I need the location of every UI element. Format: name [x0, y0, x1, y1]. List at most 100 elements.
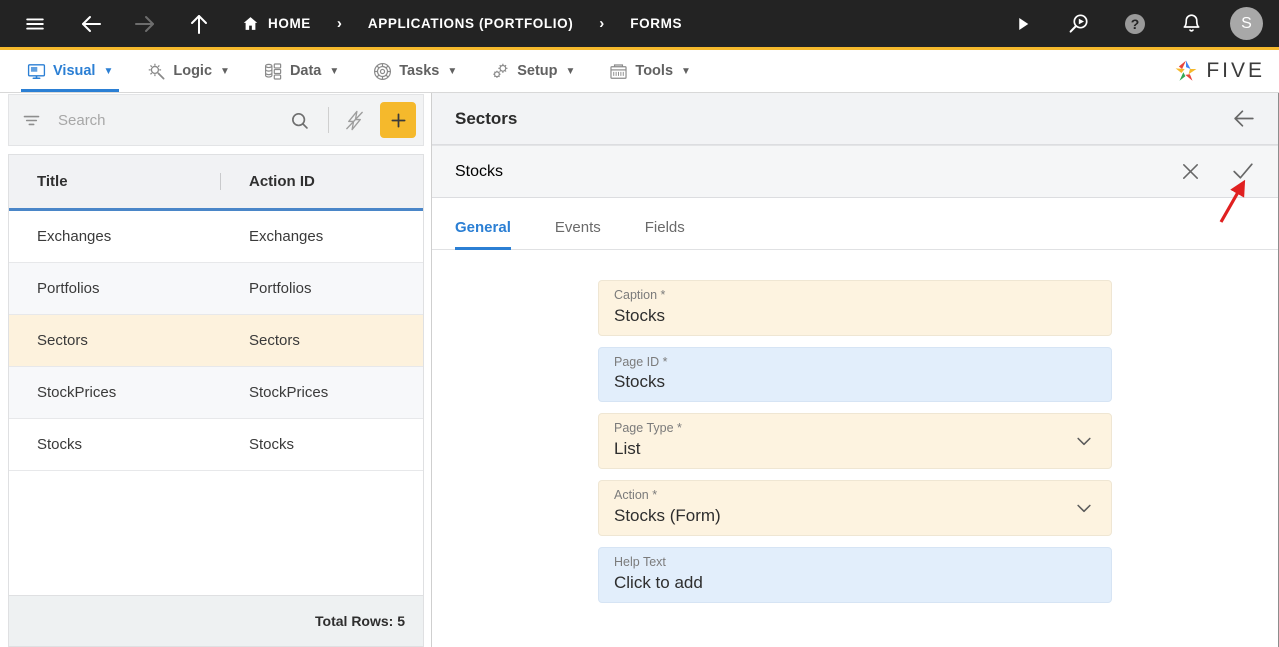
breadcrumb: HOME › APPLICATIONS (PORTFOLIO) › FORMS [242, 15, 682, 32]
menu-label: Tasks [399, 63, 440, 79]
breadcrumb-separator: › [599, 15, 605, 32]
help-icon[interactable]: ? [1118, 7, 1152, 41]
tab-general[interactable]: General [455, 219, 511, 250]
table-row-selected[interactable]: Sectors Sectors [9, 315, 423, 367]
search-play-icon[interactable] [1062, 7, 1096, 41]
play-icon[interactable] [1006, 7, 1040, 41]
five-pinwheel-icon [1175, 60, 1197, 81]
breadcrumb-item-home[interactable]: HOME [242, 15, 311, 32]
tab-label: Fields [644, 219, 685, 236]
cell-title: Sectors [37, 332, 88, 349]
detail-header-actions [1231, 106, 1256, 131]
field-page-id[interactable]: Page ID * Stocks [598, 346, 1112, 403]
field-label: Caption * [614, 288, 666, 302]
field-value: Stocks [614, 372, 666, 392]
menu-label: Visual [53, 63, 96, 79]
breadcrumb-item-applications[interactable]: APPLICATIONS (PORTFOLIO) [368, 16, 573, 31]
chevron-down-icon: ▼ [681, 65, 691, 77]
right-detail-panel: Sectors Stocks General Events Fields Cap… [432, 93, 1279, 647]
add-button[interactable] [380, 102, 416, 138]
notifications-bell-icon[interactable] [1174, 7, 1208, 41]
close-icon[interactable] [1179, 160, 1202, 183]
chevron-down-icon: ▼ [103, 65, 114, 77]
field-label: Page Type * [614, 421, 682, 436]
filter-icon[interactable] [21, 110, 42, 131]
menu-label: Tools [635, 63, 674, 79]
breadcrumb-label: APPLICATIONS (PORTFOLIO) [367, 16, 574, 31]
cell-title: StockPrices [37, 384, 117, 401]
chevron-down-icon: ▼ [329, 65, 340, 77]
menu-item-logic[interactable]: Logic ▼ [130, 50, 247, 92]
table-row[interactable]: Stocks Stocks [9, 419, 423, 471]
field-label: Page ID * [614, 354, 668, 369]
column-header-title[interactable]: Title [9, 155, 221, 208]
back-arrow-icon[interactable] [74, 7, 108, 41]
monitor-icon [27, 62, 46, 81]
user-avatar[interactable]: S [1230, 7, 1263, 40]
column-label: Title [37, 173, 68, 190]
brand-text: FIVE [1206, 59, 1265, 82]
cell-action-id: Sectors [249, 332, 300, 349]
target-icon [373, 62, 392, 81]
menu-label: Setup [517, 63, 558, 79]
up-arrow-icon[interactable] [182, 7, 216, 41]
menu-label: Data [289, 63, 322, 79]
tab-fields[interactable]: Fields [645, 219, 685, 249]
detail-tabs: General Events Fields [432, 198, 1278, 250]
tab-events[interactable]: Events [555, 219, 601, 249]
field-value: List [614, 439, 641, 459]
menu-item-visual[interactable]: Visual ▼ [10, 50, 130, 92]
svg-text:?: ? [1131, 16, 1140, 32]
table-row[interactable]: Portfolios Portfolios [9, 263, 423, 315]
left-list-panel: Title Action ID Exchanges Exchanges Port… [0, 93, 432, 647]
table-row[interactable]: StockPrices StockPrices [9, 367, 423, 419]
breadcrumb-item-forms[interactable]: FORMS [630, 16, 682, 31]
top-navigation-bar: HOME › APPLICATIONS (PORTFOLIO) › FORMS … [0, 0, 1279, 50]
database-icon [264, 62, 283, 81]
five-logo: FIVE [1173, 50, 1279, 92]
hamburger-menu-icon[interactable] [18, 7, 52, 41]
menu-label: Logic [173, 63, 213, 79]
main-body: Title Action ID Exchanges Exchanges Port… [0, 93, 1279, 647]
menu-item-data[interactable]: Data ▼ [247, 50, 356, 92]
cell-action-id: Exchanges [249, 228, 324, 245]
forms-grid: Title Action ID Exchanges Exchanges Port… [8, 154, 424, 595]
cell-title: Portfolios [37, 280, 100, 297]
top-bar-actions: ? S [1006, 7, 1263, 41]
breadcrumb-separator: › [336, 15, 342, 32]
field-action[interactable]: Action * Stocks (Form) [598, 480, 1112, 536]
field-help-text[interactable]: Help Text Click to add [598, 546, 1112, 603]
field-label: Action * [614, 488, 658, 503]
breadcrumb-label: FORMS [630, 16, 683, 31]
toolbox-icon [609, 62, 628, 81]
home-icon [242, 15, 259, 32]
field-caption[interactable]: Caption * Stocks [598, 280, 1112, 336]
avatar-initial: S [1241, 14, 1252, 32]
record-title: Stocks [455, 162, 504, 180]
grid-header-row: Title Action ID [9, 155, 423, 211]
confirm-check-icon[interactable] [1230, 159, 1255, 184]
page-title: Sectors [455, 108, 518, 128]
chevron-down-icon[interactable] [1074, 431, 1094, 451]
column-header-action-id[interactable]: Action ID [221, 155, 423, 208]
search-icon[interactable] [281, 110, 318, 131]
cell-action-id: Portfolios [249, 280, 312, 297]
search-input[interactable] [58, 111, 281, 129]
main-menu-bar: Visual ▼ Logic ▼ Data ▼ Tasks ▼ Setup ▼ … [0, 50, 1279, 93]
gears-icon [491, 62, 510, 81]
field-value: Click to add [614, 572, 703, 592]
record-header: Stocks [432, 145, 1278, 198]
cell-action-id: Stocks [249, 436, 295, 453]
total-rows-label: Total Rows: 5 [315, 613, 405, 629]
menu-item-tasks[interactable]: Tasks ▼ [356, 50, 474, 92]
forward-arrow-icon[interactable] [128, 7, 162, 41]
chevron-down-icon: ▼ [565, 65, 576, 77]
chevron-down-icon[interactable] [1074, 498, 1094, 518]
field-page-type[interactable]: Page Type * List [598, 413, 1112, 470]
grid-footer: Total Rows: 5 [8, 595, 424, 647]
table-row[interactable]: Exchanges Exchanges [9, 211, 423, 263]
lightning-disabled-icon[interactable] [339, 109, 370, 132]
panel-back-icon[interactable] [1231, 106, 1256, 131]
menu-item-tools[interactable]: Tools ▼ [592, 50, 708, 92]
menu-item-setup[interactable]: Setup ▼ [474, 50, 592, 92]
